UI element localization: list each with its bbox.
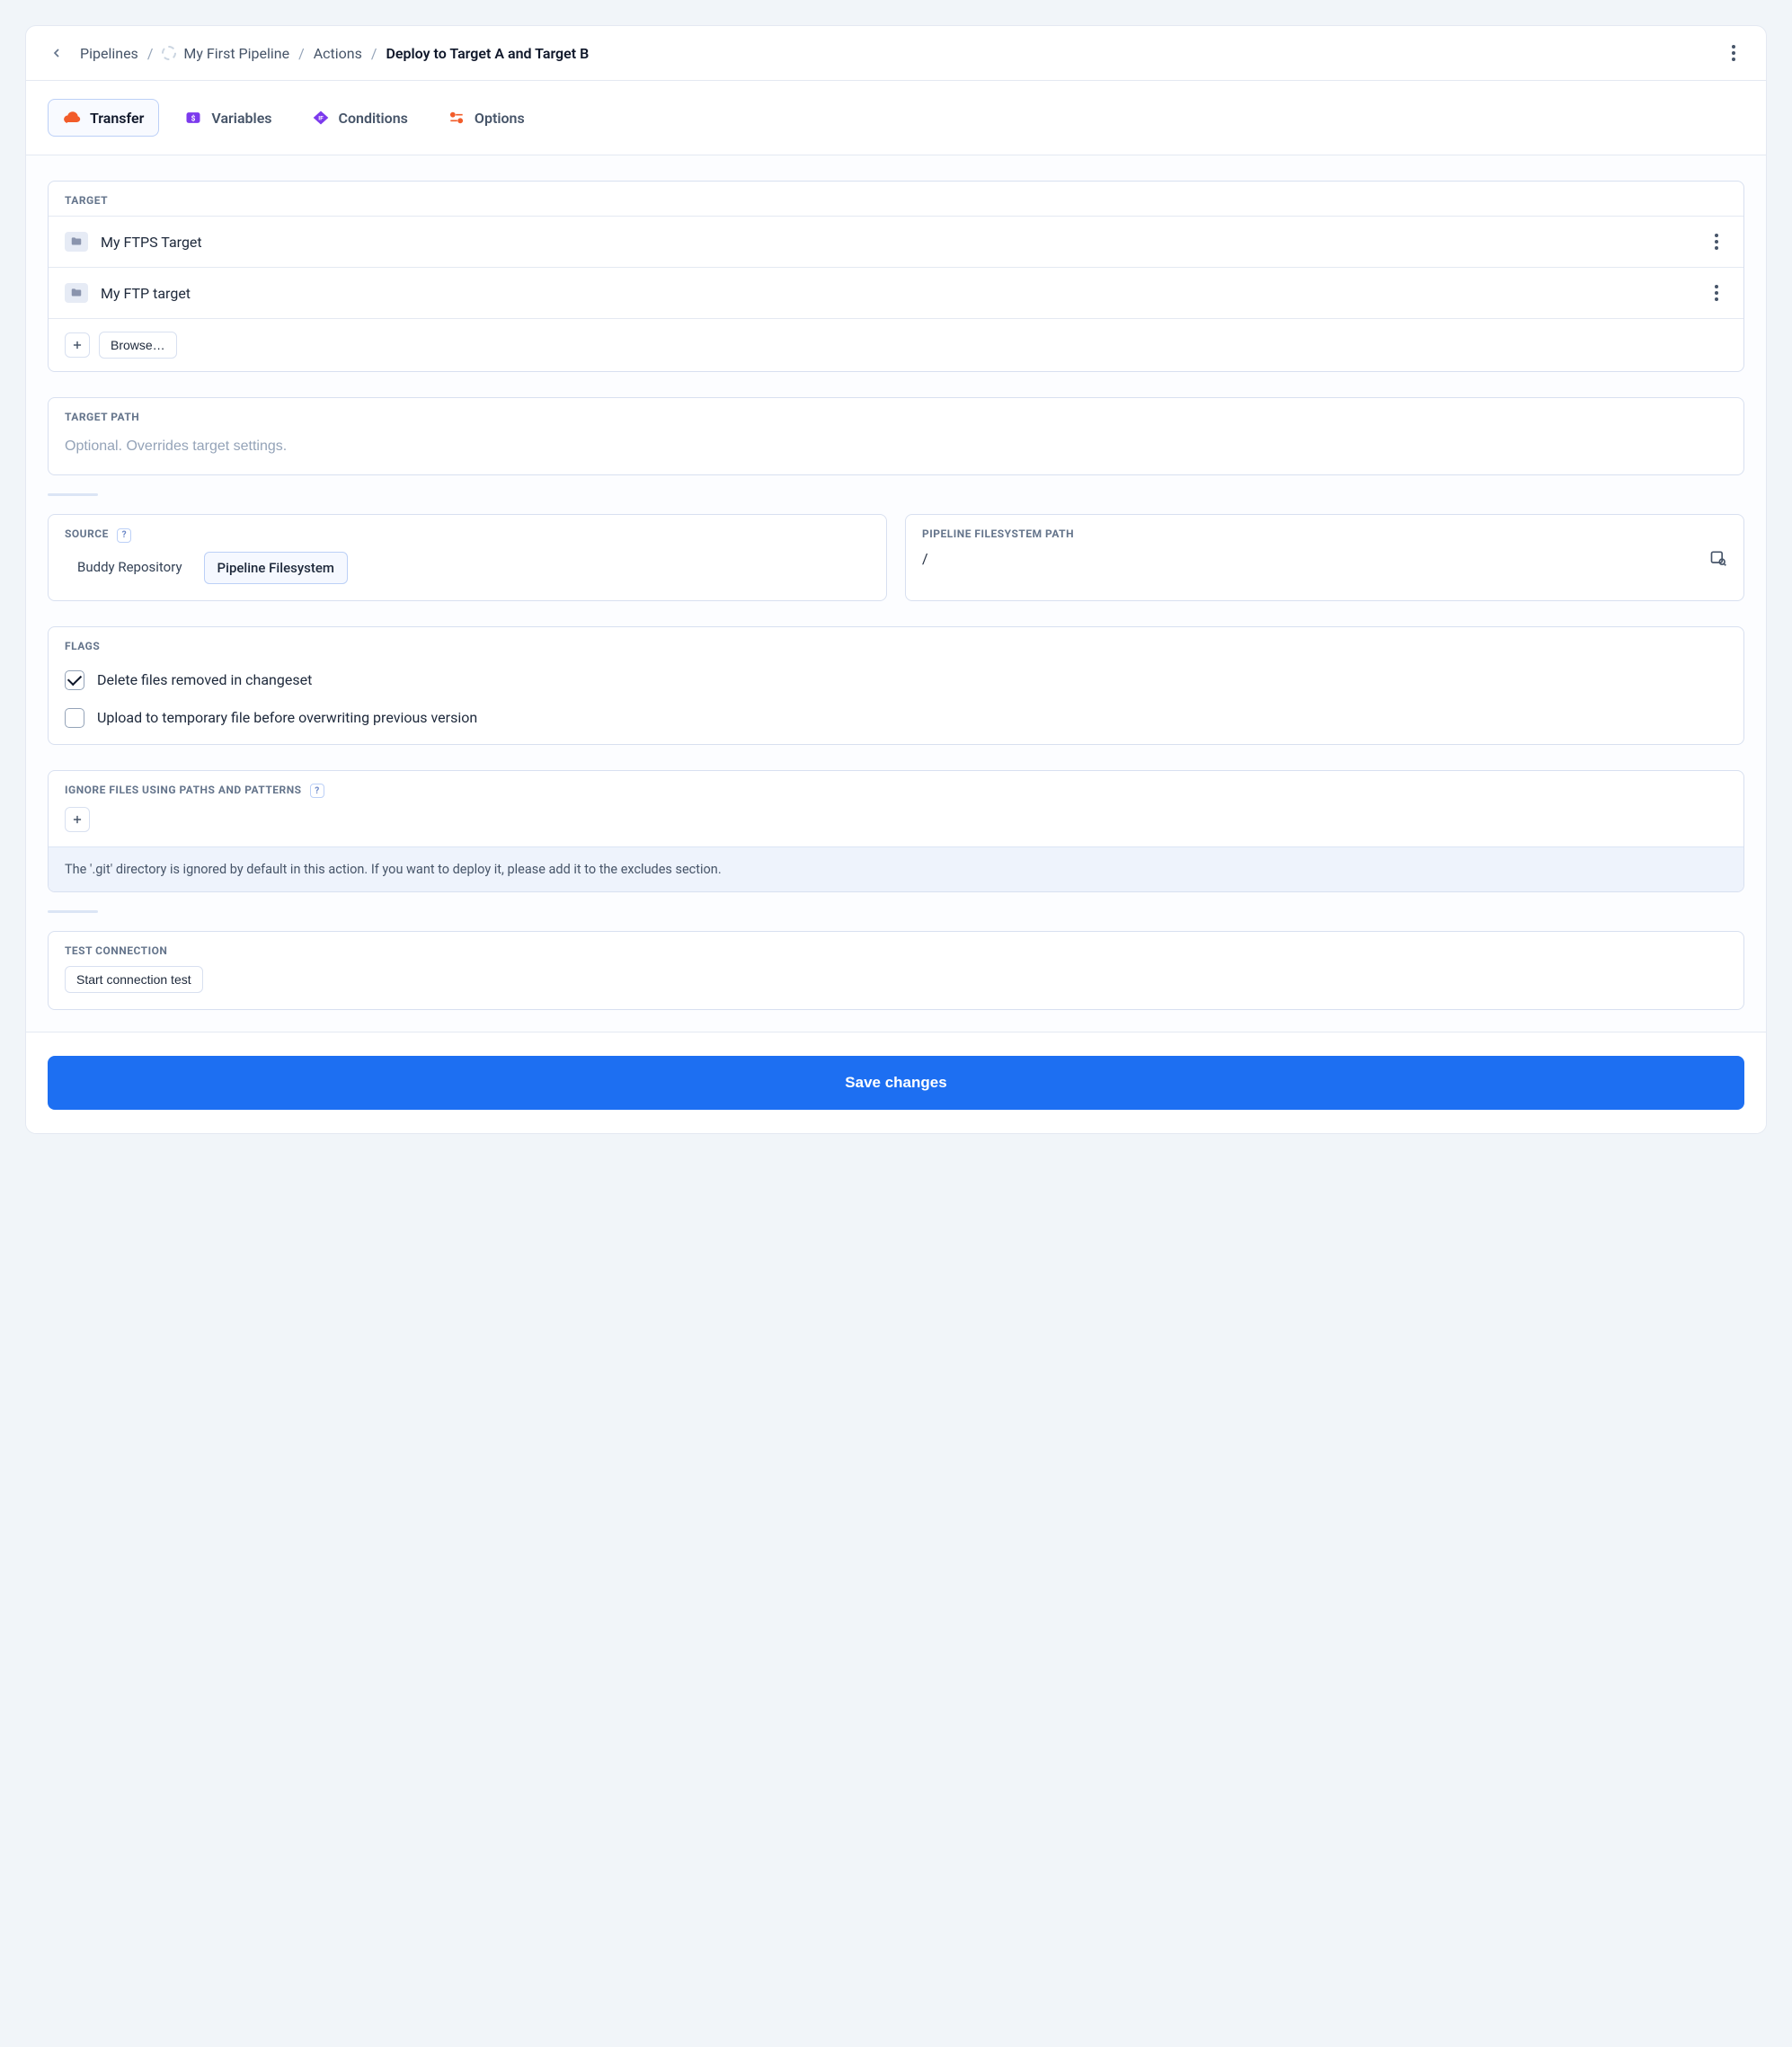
tab-variables[interactable]: $ Variables bbox=[170, 100, 286, 136]
footer: Save changes bbox=[26, 1032, 1766, 1133]
tab-conditions-label: Conditions bbox=[339, 110, 408, 127]
help-icon[interactable]: ? bbox=[117, 528, 131, 543]
ignore-label: Ignore files using paths and patterns ? bbox=[49, 771, 1743, 808]
page-header: Pipelines / My First Pipeline / Actions … bbox=[26, 26, 1766, 81]
section-divider bbox=[48, 910, 98, 913]
filesystem-path-label: Pipeline Filesystem Path bbox=[906, 515, 1743, 549]
add-ignore-pattern-button[interactable] bbox=[65, 807, 90, 832]
header-menu-button[interactable] bbox=[1723, 42, 1744, 64]
filesystem-path-panel: Pipeline Filesystem Path / bbox=[905, 514, 1744, 601]
target-panel-label: Target bbox=[49, 182, 1743, 216]
flag-delete-checkbox[interactable] bbox=[65, 670, 84, 690]
ignore-note: The '.git' directory is ignored by defau… bbox=[49, 846, 1743, 891]
flags-label: Flags bbox=[49, 627, 1743, 661]
breadcrumb-actions[interactable]: Actions bbox=[314, 45, 362, 62]
source-option-filesystem[interactable]: Pipeline Filesystem bbox=[204, 552, 348, 584]
target-name: My FTPS Target bbox=[101, 234, 202, 251]
target-path-label: Target Path bbox=[49, 398, 1743, 432]
target-row-menu[interactable] bbox=[1706, 231, 1727, 253]
tab-transfer[interactable]: Transfer bbox=[48, 99, 159, 137]
flag-upload-temp-checkbox[interactable] bbox=[65, 708, 84, 728]
target-row[interactable]: My FTPS Target bbox=[49, 216, 1743, 267]
breadcrumb-pipeline[interactable]: My First Pipeline bbox=[183, 45, 289, 62]
ignore-panel: Ignore files using paths and patterns ? … bbox=[48, 770, 1744, 893]
cloud-upload-icon bbox=[63, 109, 81, 127]
folder-icon bbox=[65, 232, 88, 252]
pipeline-status-icon bbox=[162, 46, 176, 60]
tab-options[interactable]: Options bbox=[433, 100, 539, 136]
test-connection-label: Test Connection bbox=[49, 932, 1743, 966]
target-panel: Target My FTPS Target M bbox=[48, 181, 1744, 372]
browse-targets-button[interactable]: Browse… bbox=[99, 332, 177, 359]
tab-bar: Transfer $ Variables IF Conditions Optio… bbox=[26, 81, 1766, 155]
target-row[interactable]: My FTP target bbox=[49, 267, 1743, 318]
back-icon[interactable] bbox=[48, 44, 66, 62]
svg-text:$: $ bbox=[191, 113, 196, 123]
breadcrumb-pipelines[interactable]: Pipelines bbox=[80, 45, 138, 62]
filesystem-path-value[interactable]: / bbox=[922, 550, 928, 567]
svg-text:IF: IF bbox=[318, 115, 324, 122]
help-icon[interactable]: ? bbox=[310, 784, 324, 798]
section-divider bbox=[48, 493, 98, 496]
tab-conditions[interactable]: IF Conditions bbox=[297, 100, 422, 136]
variable-icon: $ bbox=[184, 109, 202, 127]
breadcrumb-separator: / bbox=[298, 45, 305, 62]
condition-icon: IF bbox=[312, 109, 330, 127]
breadcrumb-separator: / bbox=[147, 45, 154, 62]
target-name: My FTP target bbox=[101, 285, 191, 302]
target-row-menu[interactable] bbox=[1706, 282, 1727, 304]
tab-variables-label: Variables bbox=[211, 110, 271, 127]
breadcrumb-current: Deploy to Target A and Target B bbox=[386, 45, 589, 62]
tab-transfer-label: Transfer bbox=[90, 110, 144, 127]
tab-options-label: Options bbox=[475, 110, 525, 127]
options-icon bbox=[448, 109, 466, 127]
flags-panel: Flags Delete files removed in changeset … bbox=[48, 626, 1744, 745]
flag-upload-temp-label: Upload to temporary file before overwrit… bbox=[97, 709, 477, 726]
test-connection-panel: Test Connection Start connection test bbox=[48, 931, 1744, 1010]
breadcrumb-separator: / bbox=[371, 45, 377, 62]
target-path-panel: Target Path bbox=[48, 397, 1744, 475]
folder-icon bbox=[65, 283, 88, 303]
source-panel: Source ? Buddy Repository Pipeline Files… bbox=[48, 514, 887, 601]
source-label: Source ? bbox=[49, 515, 886, 552]
flag-delete-label: Delete files removed in changeset bbox=[97, 671, 312, 688]
save-changes-button[interactable]: Save changes bbox=[48, 1056, 1744, 1110]
add-target-button[interactable] bbox=[65, 332, 90, 358]
browse-path-icon[interactable] bbox=[1709, 549, 1727, 567]
source-option-repo[interactable]: Buddy Repository bbox=[65, 552, 195, 584]
target-path-input[interactable] bbox=[65, 439, 1727, 455]
start-connection-test-button[interactable]: Start connection test bbox=[65, 966, 203, 993]
breadcrumb: Pipelines / My First Pipeline / Actions … bbox=[48, 44, 589, 62]
